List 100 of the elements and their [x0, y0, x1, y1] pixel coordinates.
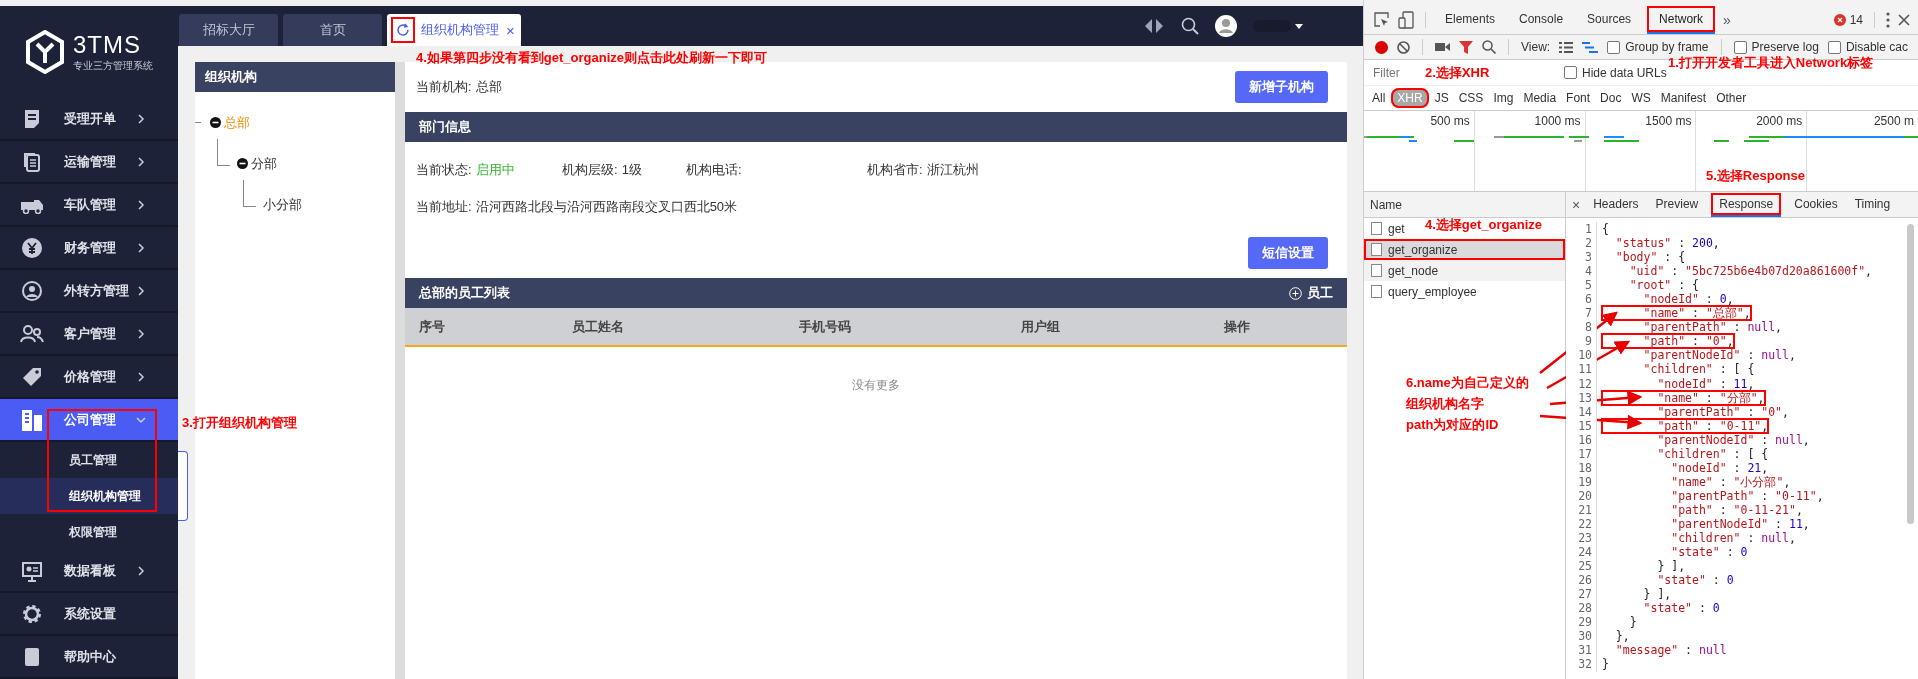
collapse-handle[interactable] [178, 451, 188, 521]
type-filter[interactable]: CSS [1454, 90, 1488, 106]
time-tick: 2000 ms [1756, 114, 1803, 128]
building-icon [21, 408, 43, 431]
view-label: View: [1521, 40, 1551, 54]
caret-icon[interactable] [1295, 23, 1303, 29]
waterfall-view-icon[interactable] [1582, 41, 1599, 53]
devtools-tab[interactable]: Network [1647, 5, 1716, 34]
detail-tab[interactable]: Cookies [1790, 192, 1842, 217]
submenu-item[interactable]: 组织机构管理 [0, 478, 178, 514]
checkbox[interactable] [1564, 66, 1577, 79]
time-tick: 500 ms [1430, 114, 1470, 128]
menu-item[interactable]: 运输管理 [0, 141, 178, 184]
menu-item[interactable]: 系统设置 [0, 593, 178, 636]
tree-line [217, 139, 230, 166]
add-employee-button[interactable]: 员工 [1289, 284, 1333, 302]
tree-node[interactable]: 分部 [251, 154, 277, 173]
checkbox[interactable] [1733, 40, 1747, 54]
type-filter[interactable]: All [1368, 90, 1390, 106]
settings-icon [21, 602, 43, 625]
device-icon[interactable] [1398, 10, 1414, 29]
chevron-icon [136, 113, 146, 124]
menu-item[interactable]: 帮助中心 [0, 636, 178, 679]
close-button[interactable]: × [1572, 196, 1581, 213]
time-tick: 1500 ms [1645, 114, 1692, 128]
field-label: 当前机构: [416, 78, 472, 96]
detail-tab[interactable]: Timing [1850, 192, 1895, 217]
close-icon[interactable] [1898, 13, 1910, 26]
code-line: } ], [1656, 559, 1686, 574]
type-filter[interactable]: Doc [1596, 90, 1626, 106]
split-arrows-icon[interactable] [1143, 18, 1165, 34]
error-count[interactable]: 14 [1849, 12, 1863, 27]
page-tab[interactable]: 招标大厅 [179, 14, 278, 46]
page-tab[interactable]: 首页 [283, 14, 382, 46]
checkbox[interactable] [1827, 40, 1841, 54]
menu-item[interactable]: 数据看板 [0, 550, 178, 593]
file-icon [1371, 264, 1382, 277]
field-value: 1级 [621, 161, 642, 179]
submenu-item[interactable]: 员工管理 [0, 442, 178, 478]
search-icon[interactable] [1181, 17, 1199, 35]
add-sub-org-button[interactable]: 新增子机构 [1235, 71, 1328, 103]
record-icon[interactable] [1375, 40, 1388, 54]
code-line: "status" : 200, [1614, 236, 1720, 251]
type-filter[interactable]: Manifest [1656, 90, 1711, 106]
page-tab[interactable]: 组织机构管理 × [387, 14, 521, 46]
type-filter[interactable]: Media [1519, 90, 1561, 106]
code-line: "state" : 0 [1656, 573, 1734, 588]
line-number: 10 [1566, 348, 1597, 363]
checkbox[interactable] [1607, 40, 1621, 54]
empty-message: 没有更多 [852, 377, 900, 394]
request-row[interactable]: get [1364, 218, 1411, 239]
code-line: "path" : "0-11-21", [1670, 502, 1803, 517]
column-header: 员工姓名 [572, 317, 625, 336]
section-title: 部门信息 [405, 112, 1347, 142]
field-value: 启用中 [475, 161, 515, 179]
filter-icon[interactable] [1459, 40, 1473, 54]
type-filter[interactable]: Img [1489, 90, 1518, 106]
avatar-icon[interactable] [1215, 15, 1237, 37]
inspect-icon[interactable] [1374, 11, 1390, 28]
menu-item[interactable]: 客户管理 [0, 313, 178, 356]
type-filter[interactable]: Other [1712, 90, 1751, 106]
collapse-icon[interactable] [210, 117, 221, 128]
request-row[interactable]: query_employee [1364, 281, 1483, 302]
menu-item[interactable]: 公司管理 [0, 399, 178, 442]
more-options-icon[interactable] [1886, 11, 1890, 28]
request-row[interactable]: get_node [1364, 260, 1565, 281]
code-line: } [1602, 657, 1609, 672]
submenu-item[interactable]: 权限管理 [0, 514, 178, 550]
code-line: "uid" : "5bc725b6e4b07d20a861600f", [1628, 264, 1873, 279]
scrollbar[interactable] [1907, 224, 1914, 524]
code-line: "state" : 0 [1670, 545, 1748, 560]
detail-tab[interactable]: Response [1711, 192, 1782, 217]
code-line: "parentNodeId" : 11, [1670, 517, 1810, 532]
menu-item[interactable]: 受理开单 [0, 98, 178, 141]
tree-node[interactable]: 小分部 [263, 195, 302, 214]
request-row[interactable]: get_organize [1364, 239, 1565, 260]
code-line: "name" : "小分部", [1670, 474, 1791, 489]
detail-tab[interactable]: Headers [1589, 192, 1643, 217]
detail-tab[interactable]: Preview [1651, 192, 1703, 217]
type-filter[interactable]: WS [1627, 90, 1655, 106]
refresh-icon[interactable] [391, 17, 415, 43]
menu-item[interactable]: 车队管理 [0, 184, 178, 227]
file-icon [1371, 285, 1382, 298]
logo-tagline: 专业三方管理系统 [73, 59, 153, 73]
devtools-tab[interactable]: Sources [1579, 5, 1640, 34]
collapse-icon[interactable] [237, 158, 248, 169]
camera-icon[interactable] [1435, 42, 1450, 52]
type-filter[interactable]: JS [1430, 90, 1453, 106]
sms-settings-button[interactable]: 短信设置 [1248, 237, 1328, 269]
devtools-tab[interactable]: Elements [1437, 5, 1504, 34]
menu-item[interactable]: 财务管理 [0, 227, 178, 270]
column-header: Name [1364, 192, 1565, 218]
list-view-icon[interactable] [1559, 41, 1574, 53]
field-label: 机构层级: [562, 161, 618, 179]
more-tabs-button[interactable]: » [1723, 11, 1731, 28]
menu-item[interactable]: 外转方管理 [0, 270, 178, 313]
devtools-tab[interactable]: Console [1511, 5, 1572, 34]
clear-icon[interactable] [1397, 40, 1410, 54]
search-icon[interactable] [1482, 40, 1496, 54]
type-filter[interactable]: Font [1562, 90, 1595, 106]
